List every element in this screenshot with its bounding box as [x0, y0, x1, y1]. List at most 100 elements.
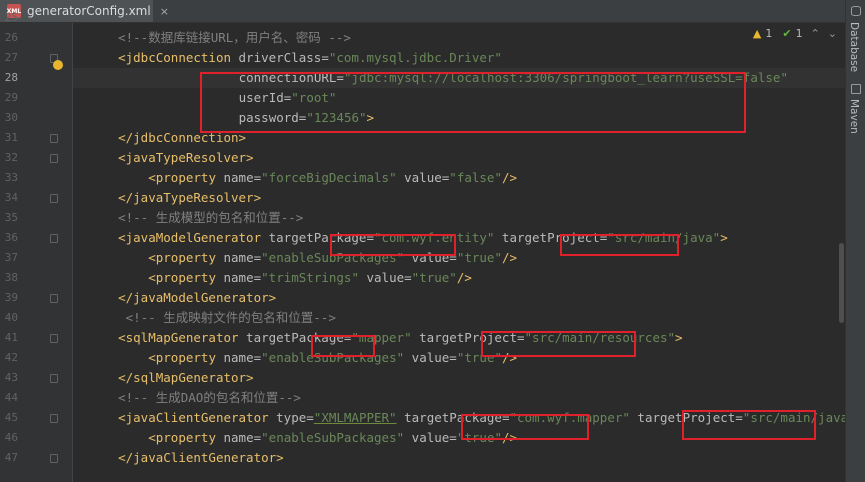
code-line[interactable]: <property name="enableSubPackages" value… [73, 348, 845, 368]
fold-marker-icon[interactable] [50, 414, 58, 423]
code-token: <javaClientGenerator [118, 410, 277, 425]
code-token: "src/main/java" [607, 230, 721, 245]
editor-tab-bar: XML generatorConfig.xml × [0, 0, 845, 23]
line-number: 34 [4, 191, 18, 204]
code-token: "true" [411, 270, 457, 285]
code-line[interactable]: <!-- 生成模型的包名和位置--> [73, 208, 845, 228]
code-token: targetPackage= [246, 330, 352, 345]
code-line[interactable]: </javaModelGenerator> [73, 288, 845, 308]
code-line[interactable]: <property name="enableSubPackages" value… [73, 248, 845, 268]
code-token: > [675, 330, 683, 345]
code-line[interactable]: </javaClientGenerator> [73, 448, 845, 468]
code-token: /> [501, 170, 518, 185]
code-token: connectionURL= [238, 70, 344, 85]
code-token: <javaModelGenerator [118, 230, 269, 245]
maven-icon [851, 84, 861, 94]
code-token: "root" [291, 90, 337, 105]
database-icon [851, 6, 861, 16]
code-line[interactable]: <jdbcConnection driverClass="com.mysql.j… [73, 48, 845, 68]
fold-marker-icon[interactable] [50, 194, 58, 203]
code-token: "enableSubPackages" [261, 250, 405, 265]
maven-tool-button[interactable]: Maven [848, 99, 860, 134]
fold-marker-icon[interactable] [50, 134, 58, 143]
code-token: userId= [238, 90, 292, 105]
tab-generatorconfig-xml[interactable]: XML generatorConfig.xml × [0, 0, 169, 22]
code-line[interactable]: <property name="forceBigDecimals" value=… [73, 168, 845, 188]
code-token: name= [223, 170, 262, 185]
code-editor[interactable]: ▲ 1 ✔ 1 ⌃ ⌄ <!--数据库链接URL，用户名、密码 --> <jdbc… [73, 23, 845, 482]
fold-marker-icon[interactable] [50, 234, 58, 243]
line-number: 25 [4, 11, 18, 24]
code-token: name= [223, 350, 262, 365]
code-line[interactable]: <property name="trimStrings" value="true… [73, 268, 845, 288]
close-icon[interactable]: × [160, 5, 169, 18]
code-token: </javaTypeResolver> [118, 190, 262, 205]
code-token: targetProject= [629, 410, 743, 425]
line-number: 39 [4, 291, 18, 304]
code-line[interactable]: <javaModelGenerator targetPackage="com.w… [73, 228, 845, 248]
code-line[interactable]: </jdbcConnection> [73, 128, 845, 148]
fold-marker-icon[interactable] [50, 454, 58, 463]
code-line[interactable]: <javaClientGenerator type="XMLMAPPER" ta… [73, 408, 845, 428]
code-line[interactable]: </javaTypeResolver> [73, 188, 845, 208]
code-line[interactable]: <!-- 生成映射文件的包名和位置--> [73, 308, 845, 328]
code-line[interactable]: <javaTypeResolver> [73, 148, 845, 168]
line-number: 43 [4, 371, 18, 384]
fold-marker-icon[interactable] [50, 154, 58, 163]
code-token: targetPackage= [268, 230, 374, 245]
code-token: "false" [449, 170, 502, 185]
code-line[interactable]: connectionURL="jdbc:mysql://localhost:33… [73, 68, 845, 88]
code-token: /> [501, 430, 518, 445]
code-token: "true" [456, 350, 502, 365]
line-number: 29 [4, 91, 18, 104]
code-token: "123456" [306, 110, 367, 125]
code-token: name= [223, 250, 262, 265]
code-token: /> [501, 250, 518, 265]
line-number: 36 [4, 231, 18, 244]
line-number: 37 [4, 251, 18, 264]
line-number: 35 [4, 211, 18, 224]
fold-marker-icon[interactable] [50, 334, 58, 343]
right-tool-window-bar: Database Maven [845, 0, 865, 482]
code-token: /> [456, 270, 472, 285]
code-token: </javaModelGenerator> [118, 290, 277, 305]
fold-marker-icon[interactable] [50, 374, 58, 383]
fold-marker-icon[interactable] [50, 294, 58, 303]
line-number: 26 [4, 31, 18, 44]
code-token: "forceBigDecimals" [261, 170, 397, 185]
line-number: 33 [4, 171, 18, 184]
line-number: 41 [4, 331, 18, 344]
code-token: name= [223, 270, 262, 285]
line-number-gutter[interactable]: 25 26 27 28 29 30 31 32 33 34 35 36 37 38 39 40 41 42 43 44… [0, 11, 73, 482]
code-line[interactable]: userId="root" [73, 88, 845, 108]
code-token: value= [404, 430, 457, 445]
code-line[interactable]: password="123456"> [73, 108, 845, 128]
code-line[interactable]: <!-- 生成DAO的包名和位置--> [73, 388, 845, 408]
code-token: <jdbcConnection [118, 50, 239, 65]
code-token: password= [238, 110, 307, 125]
code-token: "com.wyf.entity" [373, 230, 495, 245]
intention-bulb-icon[interactable] [53, 60, 63, 70]
code-token: "jdbc:mysql://localhost:3306/springboot_… [343, 70, 788, 85]
code-token: "true" [456, 250, 502, 265]
code-token: <!--数据库链接URL，用户名、密码 --> [118, 30, 351, 45]
code-token: value= [404, 350, 457, 365]
line-number: 45 [4, 411, 18, 424]
database-tool-button[interactable]: Database [848, 22, 860, 72]
code-token: "enableSubPackages" [261, 430, 405, 445]
code-line[interactable]: <sqlMapGenerator targetPackage="mapper" … [73, 328, 845, 348]
line-number: 42 [4, 351, 18, 364]
code-line[interactable]: <!--数据库链接URL，用户名、密码 --> [73, 28, 845, 48]
code-token: "src/main/resources" [524, 330, 676, 345]
code-token: <property [148, 430, 224, 445]
code-token: </javaClientGenerator> [118, 450, 284, 465]
code-token: "mapper" [351, 330, 412, 345]
code-line[interactable]: <property name="enableSubPackages" value… [73, 428, 845, 448]
code-line[interactable]: </sqlMapGenerator> [73, 368, 845, 388]
code-token: targetPackage= [396, 410, 510, 425]
line-number: 46 [4, 431, 18, 444]
code-token: <javaTypeResolver> [118, 150, 254, 165]
code-token: <!-- 生成DAO的包名和位置--> [118, 390, 301, 405]
code-token: > [366, 110, 375, 125]
code-token: /> [501, 350, 518, 365]
